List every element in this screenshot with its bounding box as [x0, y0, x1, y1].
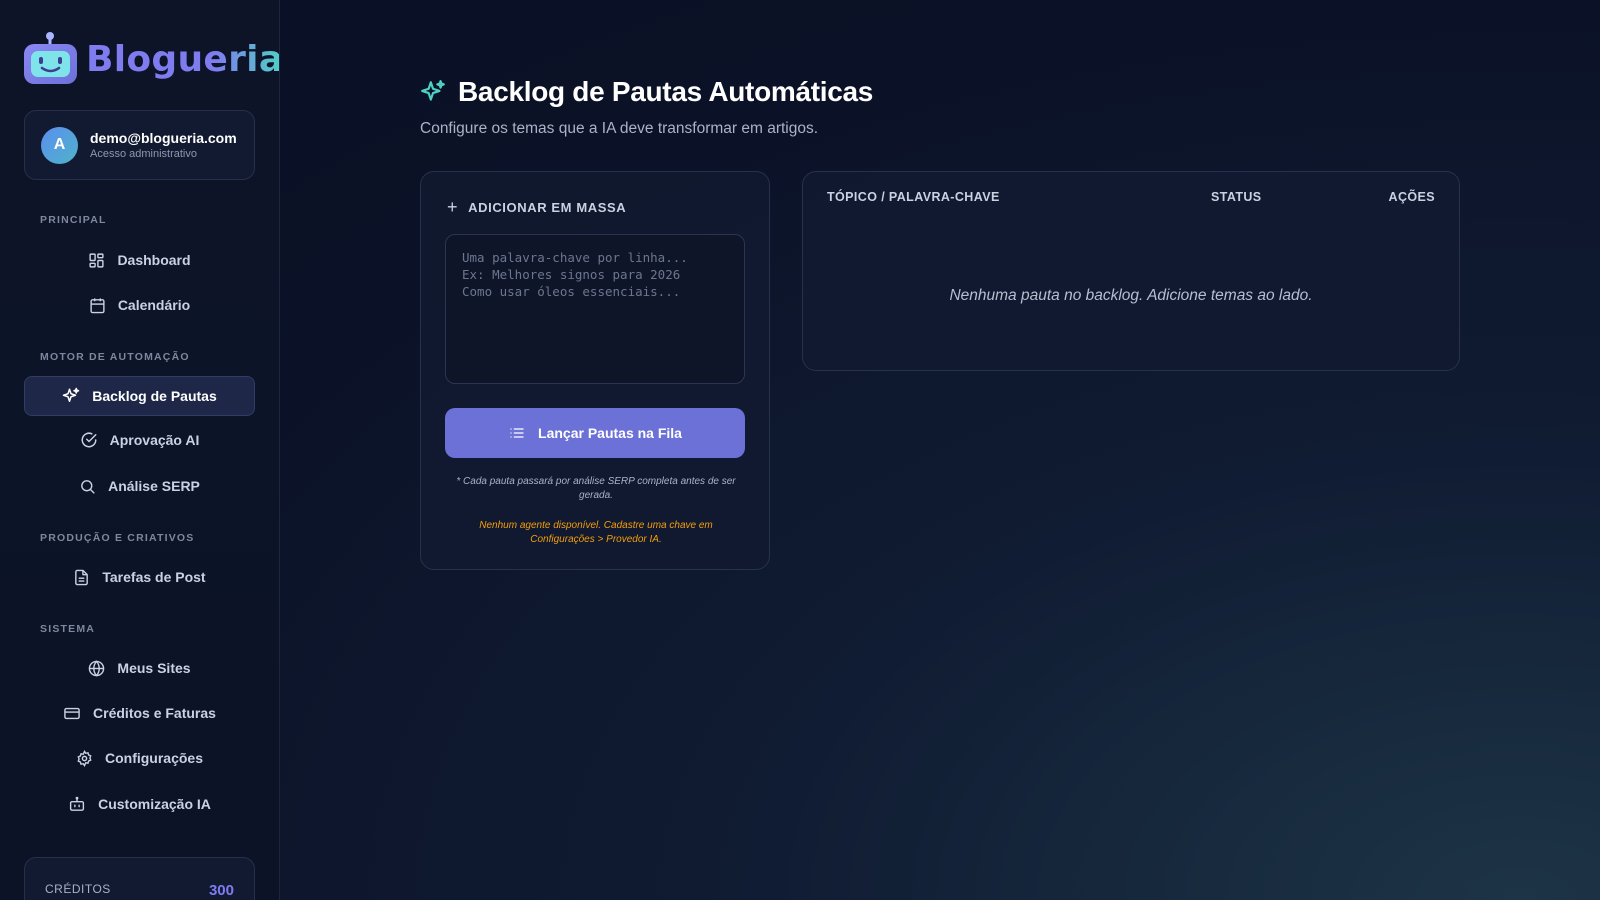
brand-name: Blogueria [86, 39, 279, 80]
sidebar-item-label: Aprovação AI [109, 432, 200, 448]
calendar-icon [90, 297, 105, 313]
brand-logo[interactable]: Blogueria [24, 32, 279, 86]
sidebar-item-configuracoes[interactable]: Configurações [24, 738, 255, 778]
page-title: Backlog de Pautas Automáticas [458, 76, 874, 107]
section-label-motor: MOTOR DE AUTOMAÇÃO [40, 351, 190, 363]
keywords-textarea[interactable] [445, 234, 745, 384]
sidebar-item-label: Dashboard [117, 252, 191, 268]
no-agent-warning: Nenhum agente disponível. Cadastre uma c… [479, 520, 713, 545]
page-header: Backlog de Pautas Automáticas [420, 76, 873, 108]
sidebar-item-analise-serp[interactable]: Análise SERP [24, 466, 255, 506]
sparkles-icon [63, 387, 80, 402]
bulk-add-header: + ADICIONAR EM MASSA [447, 198, 626, 216]
robot-logo-icon [24, 32, 77, 86]
column-header-actions: AÇÕES [1388, 190, 1435, 204]
serp-note: * Cada pauta passará por análise SERP co… [456, 476, 736, 501]
sidebar-item-label: Tarefas de Post [102, 569, 206, 585]
sidebar-item-calendario[interactable]: Calendário [24, 285, 255, 325]
credit-card-icon [64, 707, 80, 719]
document-icon [75, 569, 89, 585]
sidebar-item-backlog[interactable]: Backlog de Pautas [24, 376, 255, 416]
bulk-add-title: ADICIONAR EM MASSA [468, 199, 627, 215]
sidebar-item-label: Créditos e Faturas [93, 705, 216, 721]
page-subtitle: Configure os temas que a IA deve transfo… [420, 120, 819, 137]
column-header-status[interactable]: STATUS [1211, 190, 1262, 204]
backlog-table: TÓPICO / PALAVRA-CHAVE STATUS AÇÕES Nenh… [802, 171, 1460, 371]
sidebar-item-dashboard[interactable]: Dashboard [24, 240, 255, 280]
credits-card[interactable]: CRÉDITOS 300 [24, 857, 255, 900]
sidebar-item-creditos[interactable]: Créditos e Faturas [24, 693, 255, 733]
sidebar-item-label: Análise SERP [108, 478, 200, 494]
credits-label: CRÉDITOS [45, 882, 111, 896]
launch-queue-button[interactable]: Lançar Pautas na Fila [445, 408, 745, 458]
sidebar-item-label: Calendário [117, 297, 191, 313]
sidebar-item-tarefas[interactable]: Tarefas de Post [24, 557, 255, 597]
user-role: Acesso administrativo [90, 148, 197, 160]
column-header-topic[interactable]: TÓPICO / PALAVRA-CHAVE [827, 190, 1000, 204]
launch-queue-label: Lançar Pautas na Fila [538, 425, 682, 441]
section-label-principal: PRINCIPAL [40, 214, 107, 226]
sidebar-item-label: Meus Sites [117, 660, 191, 676]
search-icon [81, 479, 95, 494]
section-label-producao: PRODUÇÃO E CRIATIVOS [40, 532, 195, 544]
avatar: A [41, 126, 78, 164]
globe-icon [89, 659, 105, 677]
sidebar-item-aprovacao[interactable]: Aprovação AI [24, 420, 255, 460]
sparkles-icon [421, 80, 445, 101]
list-icon [510, 428, 524, 438]
user-email: demo@blogueria.com [90, 130, 237, 146]
sidebar-item-label: Configurações [104, 750, 203, 766]
dashboard-icon [89, 252, 105, 268]
bulk-add-panel: + ADICIONAR EM MASSA Lançar Pautas na Fi… [420, 171, 770, 570]
user-card[interactable]: A demo@blogueria.com Acesso administrati… [24, 110, 255, 180]
credits-value: 300 [208, 882, 234, 899]
sidebar-item-label: Customização IA [98, 796, 211, 812]
check-circle-icon [81, 432, 97, 448]
bot-icon [70, 796, 85, 811]
plus-icon: + [447, 197, 459, 217]
section-label-sistema: SISTEMA [40, 623, 96, 635]
gear-icon [77, 749, 92, 767]
sidebar-item-customizacao[interactable]: Customização IA [24, 784, 255, 824]
empty-state-message: Nenhuma pauta no backlog. Adicione temas… [949, 287, 1313, 304]
sidebar: Blogueria A demo@blogueria.com Acesso ad… [0, 0, 280, 900]
sidebar-item-label: Backlog de Pautas [92, 388, 217, 404]
sidebar-item-meus-sites[interactable]: Meus Sites [24, 648, 255, 688]
